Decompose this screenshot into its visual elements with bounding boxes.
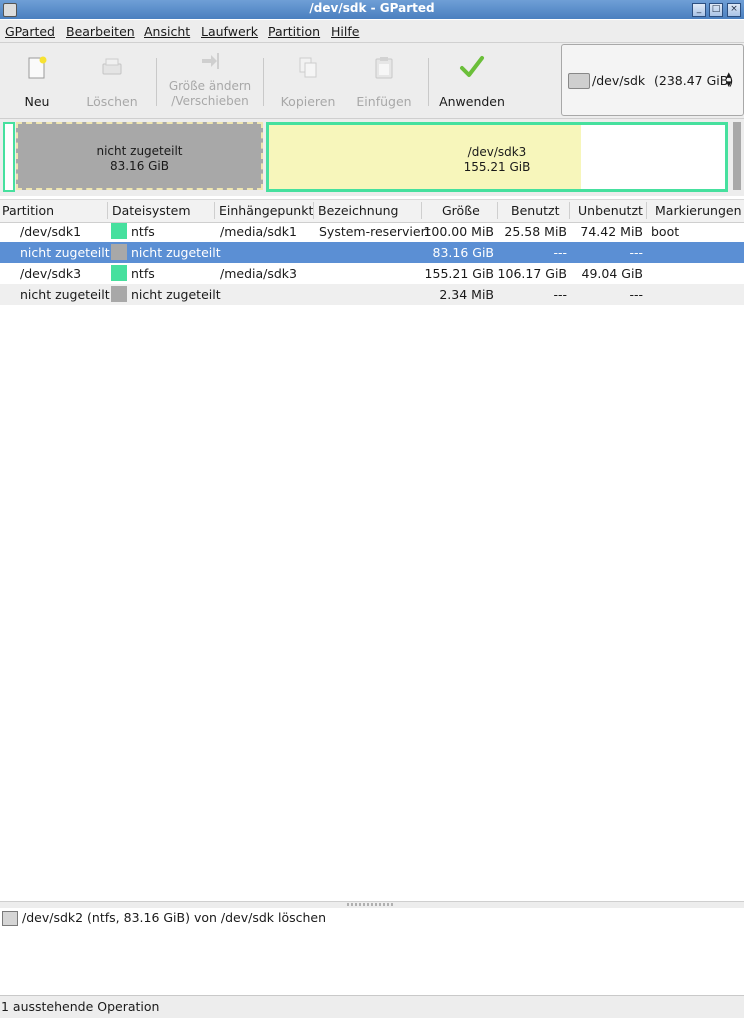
toolbar-separator [428,58,429,106]
new-document-icon [28,56,47,79]
cell-partition: nicht zugeteilt [20,287,110,302]
resize-label-line2: /Verschieben [171,94,249,108]
copy-button[interactable]: Kopieren [272,43,344,115]
partition-block-sdk1[interactable] [3,122,15,192]
pending-operations-list: /dev/sdk2 (ntfs, 83.16 GiB) von /dev/sdk… [0,908,744,994]
cell-size: 2.34 MiB [439,287,494,302]
cell-filesystem: ntfs [131,266,155,281]
cell-used: 25.58 MiB [504,224,567,239]
table-row-selected[interactable]: nicht zugeteilt nicht zugeteilt 83.16 Gi… [0,242,744,263]
delete-label: Löschen [86,94,138,109]
cell-label: System-reserviert [319,224,431,239]
cell-mountpoint: /media/sdk3 [220,266,297,281]
column-partition[interactable]: Partition [2,203,54,218]
cell-filesystem: nicht zugeteilt [131,287,221,302]
menu-bearbeiten[interactable]: Bearbeiten [66,24,135,39]
column-filesystem[interactable]: Dateisystem [112,203,191,218]
cell-filesystem: nicht zugeteilt [131,245,221,260]
resize-move-button[interactable]: Größe ändern /Verschieben [160,43,260,115]
delete-operation-icon [2,911,18,926]
table-row[interactable]: /dev/sdk3 ntfs /media/sdk3 155.21 GiB 10… [0,263,744,284]
menu-laufwerk[interactable]: Laufwerk [201,24,258,39]
title-bar: /dev/sdk - GParted _ □ × [0,0,744,19]
cell-unused: --- [629,287,643,302]
cell-size: 83.16 GiB [432,245,495,260]
checkmark-icon [460,56,484,77]
menu-hilfe[interactable]: Hilfe [331,24,359,39]
cell-unused: 49.04 GiB [581,266,644,281]
table-row[interactable]: nicht zugeteilt nicht zugeteilt 2.34 MiB… [0,284,744,305]
window-title: /dev/sdk - GParted [309,1,435,15]
cell-used: --- [553,245,567,260]
cell-mountpoint: /media/sdk1 [220,224,297,239]
cell-size: 100.00 MiB [423,224,494,239]
partition-map: nicht zugeteilt 83.16 GiB /dev/sdk3 155.… [0,119,744,196]
new-label: Neu [24,94,50,109]
apply-button[interactable]: Anwenden [432,43,512,115]
resize-icon [202,53,219,69]
copy-label: Kopieren [280,94,336,109]
apply-label: Anwenden [439,94,505,109]
new-button[interactable]: Neu [0,43,74,115]
operation-text: /dev/sdk2 (ntfs, 83.16 GiB) von /dev/sdk… [22,910,327,925]
chevron-updown-icon: ▴ ▾ [726,68,732,90]
filesystem-color-swatch [111,223,127,239]
delete-icon [102,58,122,75]
column-flags[interactable]: Markierungen [655,203,742,218]
column-unused[interactable]: Unbenutzt [578,203,643,218]
cell-partition: nicht zugeteilt [20,245,110,260]
column-used[interactable]: Benutzt [511,203,559,218]
unallocated-label: nicht zugeteilt [96,144,183,158]
cell-unused: --- [629,245,643,260]
filesystem-color-swatch [111,286,127,302]
cell-unused: 74.42 MiB [580,224,643,239]
table-row[interactable]: /dev/sdk1 ntfs /media/sdk1 System-reserv… [0,221,744,242]
maximize-icon[interactable]: □ [709,3,723,17]
sdk3-label: /dev/sdk3 [467,145,527,159]
toolbar-separator [156,58,157,106]
paste-label: Einfügen [356,94,412,109]
cell-filesystem: ntfs [131,224,155,239]
close-icon[interactable]: × [727,3,741,17]
column-size[interactable]: Größe [442,203,480,218]
column-label[interactable]: Bezeichnung [318,203,399,218]
partition-block-sdk3[interactable]: /dev/sdk3 155.21 GiB [266,122,728,192]
cell-used: 106.17 GiB [497,266,567,281]
device-name: /dev/sdk [592,73,646,88]
device-size: (238.47 GiB) [654,73,734,88]
sdk3-size: 155.21 GiB [463,160,531,174]
menu-bar: GParted Bearbeiten Ansicht Laufwerk Part… [0,20,744,43]
drag-grip-icon [347,903,393,906]
paste-icon [375,57,393,79]
filesystem-color-swatch [111,265,127,281]
hard-disk-icon [568,73,590,89]
delete-button[interactable]: Löschen [76,43,148,115]
filesystem-color-swatch [111,244,127,260]
toolbar: Neu Löschen Größe ändern /Verschieben Ko… [0,43,744,119]
menu-gparted[interactable]: GParted [5,24,55,39]
resize-label-line1: Größe ändern [168,79,252,93]
menu-partition[interactable]: Partition [268,24,320,39]
cell-used: --- [553,287,567,302]
unallocated-size: 83.16 GiB [109,159,170,173]
status-text: 1 ausstehende Operation [1,999,160,1014]
paste-button[interactable]: Einfügen [348,43,420,115]
cell-size: 155.21 GiB [424,266,494,281]
menu-ansicht[interactable]: Ansicht [144,24,190,39]
cell-partition: /dev/sdk3 [20,266,82,281]
device-selector[interactable]: /dev/sdk (238.47 GiB) ▴ ▾ [561,44,744,116]
toolbar-separator [263,58,264,106]
column-mountpoint[interactable]: Einhängepunkt [219,203,313,218]
table-header: Partition Dateisystem Einhängepunkt Beze… [0,199,744,223]
partition-block-unallocated[interactable]: nicht zugeteilt 83.16 GiB [16,122,263,190]
copy-icon [299,57,317,78]
status-bar: 1 ausstehende Operation [0,995,744,1018]
minimize-icon[interactable]: _ [692,3,706,17]
partition-block-unallocated-tail[interactable] [733,122,741,190]
cell-partition: /dev/sdk1 [20,224,82,239]
cell-flags: boot [651,224,680,239]
